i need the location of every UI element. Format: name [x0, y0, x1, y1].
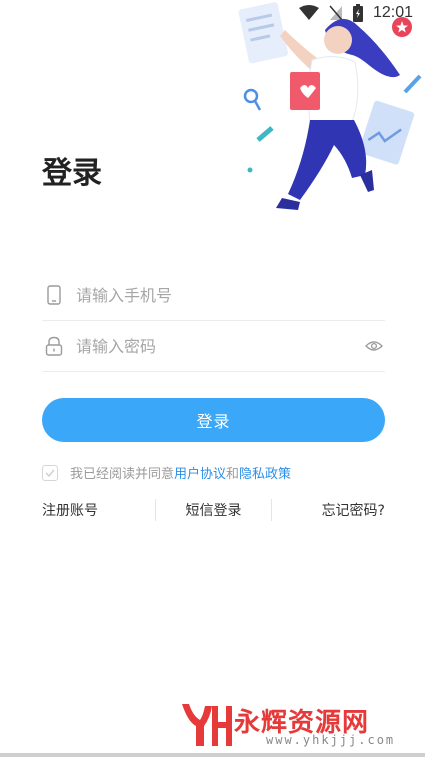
agreement-prefix: 我已经阅读并同意	[70, 467, 175, 482]
register-link[interactable]: 注册账号	[42, 500, 155, 520]
sms-login-link[interactable]: 短信登录	[156, 500, 271, 520]
doctor-illustration	[238, 2, 422, 210]
login-button[interactable]: 登录	[42, 398, 385, 442]
privacy-policy-link[interactable]: 隐私政策	[239, 463, 291, 482]
lock-icon	[44, 335, 64, 357]
phone-icon	[44, 284, 64, 306]
password-input[interactable]	[74, 335, 363, 357]
phone-input[interactable]	[74, 284, 385, 306]
password-field-row	[42, 321, 385, 372]
home-indicator-bar	[0, 753, 425, 757]
agreement-conjunction: 和	[226, 467, 240, 482]
forgot-password-link[interactable]: 忘记密码?	[272, 500, 385, 520]
yh-logo-icon	[182, 704, 232, 746]
agreement-row: 我已经阅读并同意 用户协议 和 隐私政策	[42, 463, 291, 482]
agreement-checkbox[interactable]	[42, 464, 58, 481]
check-icon	[45, 469, 55, 477]
user-agreement-link[interactable]: 用户协议	[174, 463, 226, 482]
auth-links-row: 注册账号 短信登录 忘记密码?	[42, 497, 385, 523]
watermark-url: www.yhkjjj.com	[266, 733, 396, 747]
watermark: 永辉资源网 www.yhkjjj.com	[178, 698, 418, 753]
show-password-eye-icon[interactable]	[363, 335, 385, 357]
phone-field-row	[42, 270, 385, 321]
page-title: 登录	[42, 156, 102, 191]
